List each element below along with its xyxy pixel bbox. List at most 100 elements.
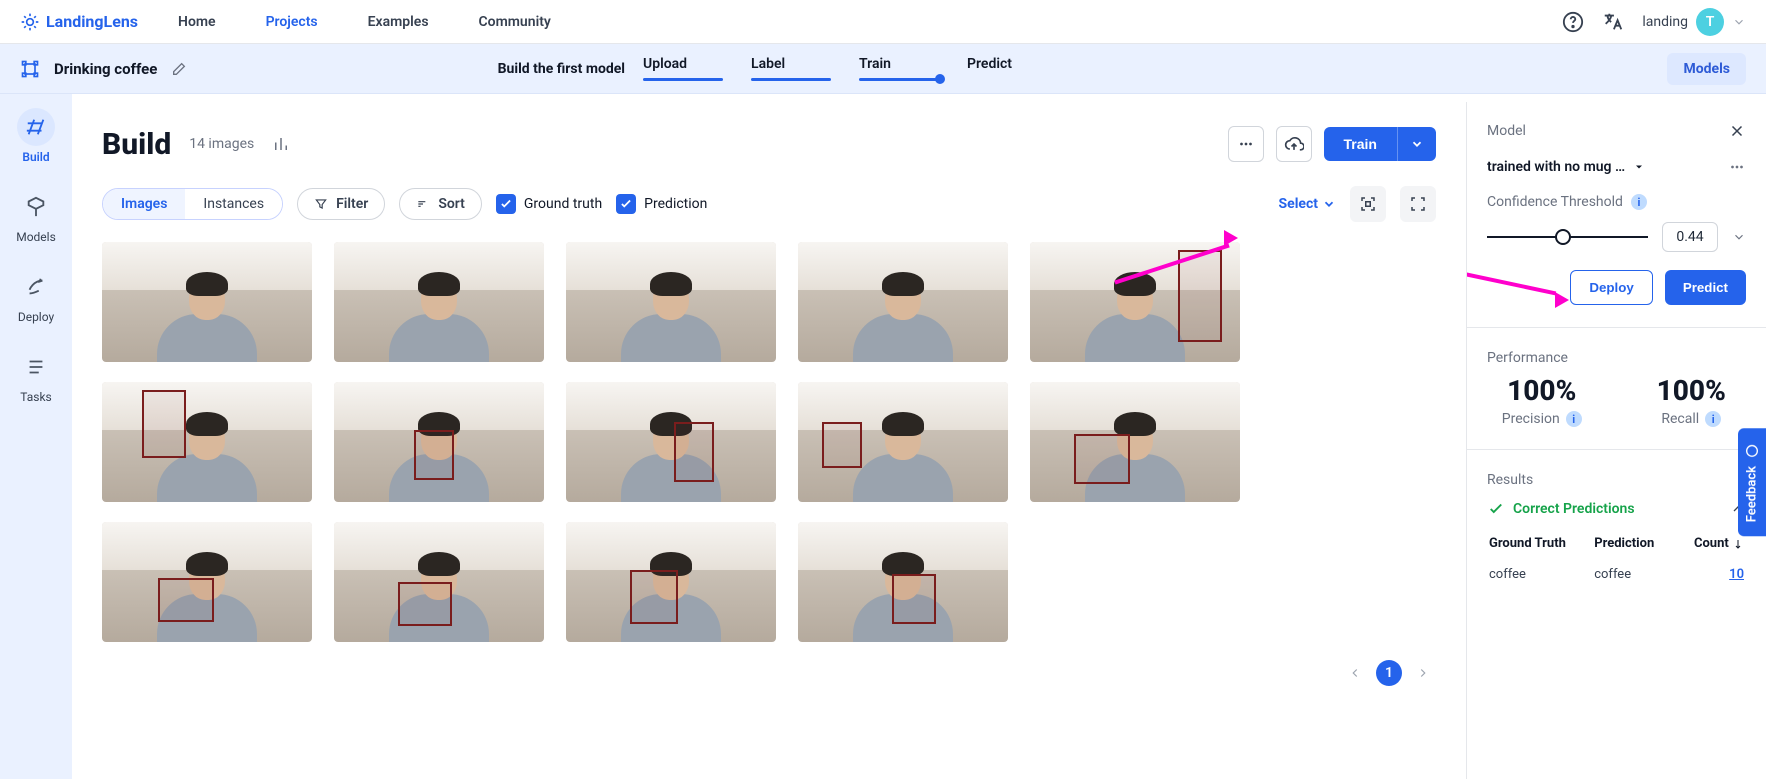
page-prev[interactable]	[1348, 666, 1362, 680]
cell-pred: coffee	[1594, 559, 1675, 590]
detection-box	[674, 422, 714, 482]
close-icon[interactable]	[1728, 122, 1746, 140]
image-thumbnail[interactable]	[102, 522, 312, 642]
model-selector[interactable]: trained with no mug …	[1487, 159, 1645, 175]
workflow-step-label[interactable]: Label	[751, 56, 831, 81]
image-thumbnail[interactable]	[566, 522, 776, 642]
filter-icon	[314, 197, 328, 211]
deploy-button[interactable]: Deploy	[1570, 270, 1652, 305]
detection-box	[398, 582, 452, 626]
models-button[interactable]: Models	[1667, 53, 1746, 85]
brand-text: LandingLens	[46, 12, 138, 31]
sort-button[interactable]: Sort	[399, 188, 482, 220]
model-name: trained with no mug …	[1487, 159, 1625, 175]
feedback-tab[interactable]: Feedback	[1738, 428, 1766, 536]
workflow-step-train[interactable]: Train	[859, 56, 939, 81]
nav-community[interactable]: Community	[479, 14, 551, 30]
translate-icon[interactable]	[1602, 11, 1624, 33]
predict-button[interactable]: Predict	[1665, 270, 1746, 305]
image-thumbnail[interactable]	[334, 242, 544, 362]
nav-examples[interactable]: Examples	[368, 14, 429, 30]
confidence-slider[interactable]	[1487, 236, 1648, 238]
filter-button[interactable]: Filter	[297, 188, 385, 220]
image-thumbnail[interactable]	[334, 382, 544, 502]
nav-projects[interactable]: Projects	[266, 14, 318, 30]
rail-models[interactable]: Models	[16, 188, 56, 244]
feedback-label: Feedback	[1745, 466, 1760, 522]
page-next[interactable]	[1416, 666, 1430, 680]
ground-truth-checkbox[interactable]	[496, 194, 516, 214]
user-menu[interactable]: landing T	[1642, 8, 1746, 36]
workflow-step-predict[interactable]: Predict	[967, 56, 1047, 81]
info-icon[interactable]: i	[1631, 194, 1647, 210]
bounding-box-icon	[20, 59, 40, 79]
image-thumbnail[interactable]	[566, 382, 776, 502]
sort-desc-icon	[1732, 538, 1744, 550]
caret-down-icon	[1633, 161, 1645, 173]
zoom-fit-button[interactable]	[1350, 186, 1386, 222]
comment-icon	[1744, 442, 1760, 458]
cell-gt: coffee	[1489, 559, 1592, 590]
brand-logo[interactable]: LandingLens	[20, 12, 138, 32]
fullscreen-button[interactable]	[1400, 186, 1436, 222]
image-thumbnail[interactable]	[102, 382, 312, 502]
project-title: Drinking coffee	[54, 60, 157, 78]
confidence-value[interactable]: 0.44	[1662, 222, 1718, 252]
models-icon	[25, 196, 47, 218]
workflow-label: Build the first model	[498, 61, 625, 77]
ground-truth-label: Ground truth	[524, 196, 602, 212]
detection-box	[158, 578, 214, 622]
image-thumbnail[interactable]	[566, 242, 776, 362]
chevron-down-icon	[1410, 137, 1424, 151]
correct-predictions-header[interactable]: Correct Predictions	[1487, 500, 1635, 518]
help-icon[interactable]	[1562, 11, 1584, 33]
filter-label: Filter	[336, 196, 368, 212]
image-thumbnail[interactable]	[798, 522, 1008, 642]
train-dropdown[interactable]	[1397, 127, 1436, 161]
image-thumbnail[interactable]	[798, 242, 1008, 362]
precision-value: 100%	[1487, 374, 1597, 407]
image-thumbnail[interactable]	[334, 522, 544, 642]
recall-label: Recall	[1661, 411, 1699, 427]
rail-tasks[interactable]: Tasks	[17, 348, 55, 404]
more-menu[interactable]	[1228, 126, 1264, 162]
chevron-down-icon[interactable]	[1732, 230, 1746, 244]
tab-images[interactable]: Images	[103, 189, 185, 219]
prediction-checkbox[interactable]	[616, 194, 636, 214]
analytics-icon[interactable]	[272, 135, 290, 153]
nav-home[interactable]: Home	[178, 14, 216, 30]
select-button[interactable]: Select	[1279, 196, 1336, 212]
count-link[interactable]: 10	[1729, 567, 1744, 582]
more-horizontal-icon	[1237, 135, 1255, 153]
image-thumbnail[interactable]	[798, 382, 1008, 502]
user-name: landing	[1642, 14, 1688, 30]
upload-button[interactable]	[1276, 126, 1312, 162]
rail-build[interactable]: Build	[17, 108, 55, 164]
prediction-label: Prediction	[644, 196, 707, 212]
annotation-arrow-head	[1555, 292, 1569, 308]
workflow-step-upload[interactable]: Upload	[643, 56, 723, 81]
slider-thumb[interactable]	[1555, 229, 1571, 245]
edit-icon[interactable]	[171, 61, 187, 77]
check-icon	[499, 197, 513, 211]
rail-deploy[interactable]: Deploy	[17, 268, 55, 324]
detection-box	[822, 422, 862, 468]
train-button[interactable]: Train	[1324, 127, 1397, 161]
table-row[interactable]: coffee coffee 10	[1489, 559, 1744, 590]
more-horizontal-icon[interactable]	[1728, 158, 1746, 176]
detection-box	[1074, 434, 1130, 484]
focus-icon	[1359, 195, 1377, 213]
image-thumbnail[interactable]	[1030, 242, 1240, 362]
image-thumbnail[interactable]	[102, 242, 312, 362]
info-icon[interactable]: i	[1705, 411, 1721, 427]
precision-label: Precision	[1502, 411, 1560, 427]
page-current[interactable]: 1	[1376, 660, 1402, 686]
th-count[interactable]: Count	[1677, 530, 1744, 557]
info-icon[interactable]: i	[1566, 411, 1582, 427]
tab-instances[interactable]: Instances	[185, 189, 282, 219]
sort-icon	[416, 197, 430, 211]
confidence-label: Confidence Threshold	[1487, 194, 1623, 210]
image-thumbnail[interactable]	[1030, 382, 1240, 502]
check-icon	[1487, 500, 1505, 518]
detection-box	[414, 430, 454, 480]
